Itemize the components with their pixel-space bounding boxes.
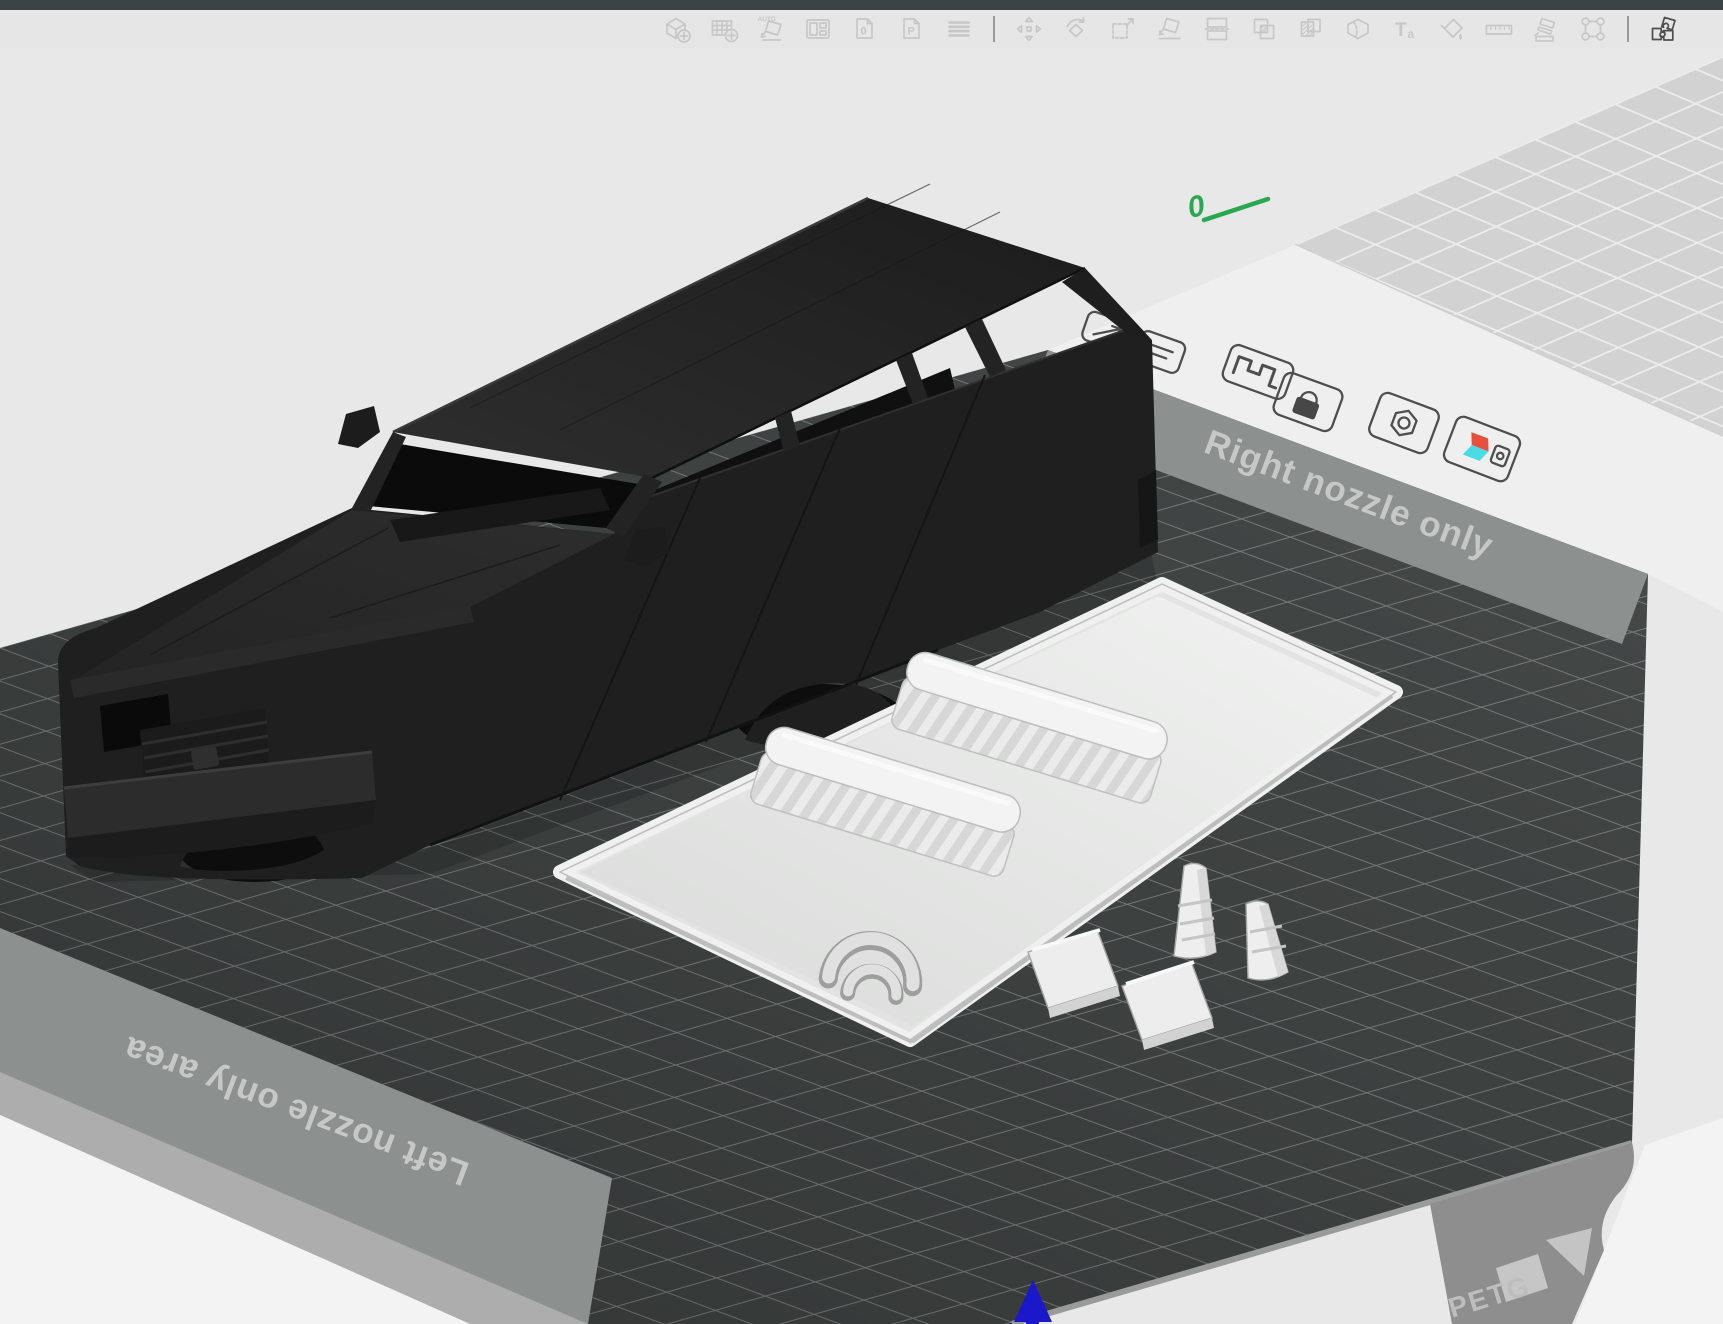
lay-flat-button[interactable]: [1153, 12, 1187, 46]
split-parts-button[interactable]: [1247, 12, 1281, 46]
cut-button[interactable]: [1341, 12, 1375, 46]
viewport-3d[interactable]: Right nozzle only Left nozzle only area …: [0, 0, 1723, 1324]
svg-text:P: P: [908, 26, 915, 38]
add-plate-icon: [708, 13, 740, 45]
auto-orient-button[interactable]: AUTO: [754, 12, 788, 46]
lay-flat-icon: [1154, 13, 1186, 45]
arrange-icon: [802, 13, 834, 45]
support-paint-icon: [1530, 13, 1562, 45]
split-parts-icon: [1248, 13, 1280, 45]
boolean-icon: [1295, 13, 1327, 45]
auto-orient-icon: AUTO: [755, 13, 787, 45]
toolbar-separator: [993, 16, 995, 42]
cut-icon: [1342, 13, 1374, 45]
rotate-icon: [1060, 13, 1092, 45]
object-list-icon: [943, 13, 975, 45]
svg-text:AUTO: AUTO: [758, 16, 776, 23]
toolbar-separator: [1627, 16, 1629, 42]
import-project-icon: P: [896, 13, 928, 45]
seam-paint-icon: [1577, 13, 1609, 45]
window-top-strip: [0, 0, 1723, 10]
add-model-icon: [661, 13, 693, 45]
move-icon: [1013, 13, 1045, 45]
rotate-button[interactable]: [1059, 12, 1093, 46]
object-list-button[interactable]: [942, 12, 976, 46]
split-objects-button[interactable]: [1200, 12, 1234, 46]
seam-paint-button[interactable]: [1576, 12, 1610, 46]
assembly-view-button[interactable]: [1646, 12, 1680, 46]
scale-icon: [1107, 13, 1139, 45]
svg-text:0: 0: [861, 26, 867, 38]
svg-text:a: a: [1408, 27, 1415, 41]
arrange-button[interactable]: [801, 12, 835, 46]
color-paint-button[interactable]: [1435, 12, 1469, 46]
import-geometry-icon: 0: [849, 13, 881, 45]
boolean-button[interactable]: [1294, 12, 1328, 46]
measure-icon: [1483, 13, 1515, 45]
svg-text:T: T: [1395, 20, 1407, 41]
slicer-window: AUTO 0 P Ta: [0, 0, 1723, 1324]
import-geometry-button[interactable]: 0: [848, 12, 882, 46]
split-objects-icon: [1201, 13, 1233, 45]
assembly-view-icon: [1647, 13, 1679, 45]
move-button[interactable]: [1012, 12, 1046, 46]
taillight: [1138, 470, 1158, 548]
add-text-button[interactable]: Ta: [1388, 12, 1422, 46]
measure-button[interactable]: [1482, 12, 1516, 46]
color-paint-icon: [1436, 13, 1468, 45]
import-project-button[interactable]: P: [895, 12, 929, 46]
support-paint-button[interactable]: [1529, 12, 1563, 46]
main-toolbar: AUTO 0 P Ta: [0, 10, 1723, 48]
add-model-button[interactable]: [660, 12, 694, 46]
add-text-icon: Ta: [1389, 13, 1421, 45]
scale-button[interactable]: [1106, 12, 1140, 46]
add-plate-button[interactable]: [707, 12, 741, 46]
